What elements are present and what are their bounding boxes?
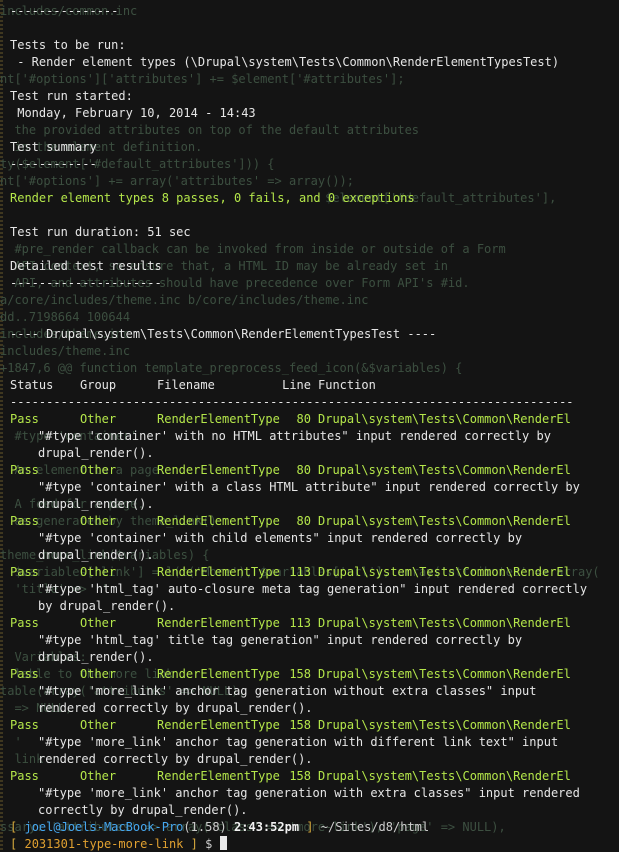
cell-group: Other [80, 463, 117, 477]
cell-group: Other [80, 769, 117, 783]
cell-function: Drupal\system\Tests\Common\RenderEl [318, 667, 571, 681]
cell-function: Drupal\system\Tests\Common\RenderEl [318, 769, 571, 783]
terminal-window[interactable]: includes/common.inc nt['#options']['attri… [0, 0, 619, 852]
row-message: "#type 'html_tag' auto-closure meta tag … [38, 582, 588, 596]
branch-bracket-open: [ [10, 837, 18, 851]
cell-group: Other [80, 718, 117, 732]
table-rule: ----------------------------------------… [10, 395, 574, 409]
row-message: rendered correctly by drupal_render(). [38, 701, 313, 715]
text-cursor[interactable] [219, 836, 227, 850]
row-message: drupal_render(). [38, 497, 154, 511]
cell-line: 158 [289, 667, 311, 681]
row-message: "#type 'more_link' anchor tag generation… [38, 786, 580, 800]
prompt-symbol: $ [205, 837, 213, 851]
prompt-time: 2:43:52pm [234, 820, 300, 834]
cell-line: 80 [296, 412, 311, 426]
git-branch: 2031301-type-more-link [24, 837, 184, 851]
cell-line: 158 [289, 718, 311, 732]
column-header-line: Line [282, 378, 311, 392]
column-header-function: Function [318, 378, 376, 392]
output-line: Test run started: [10, 89, 133, 103]
cell-status: Pass [10, 412, 39, 426]
column-header-status: Status [10, 378, 54, 392]
row-message: drupal_render(). [38, 650, 154, 664]
column-header-filename: Filename [157, 378, 215, 392]
row-message: drupal_render(). [38, 548, 154, 562]
cell-line: 80 [296, 514, 311, 528]
cell-function: Drupal\system\Tests\Common\RenderEl [318, 565, 571, 579]
cell-filename: RenderElementType [157, 718, 280, 732]
cell-line: 113 [289, 616, 311, 630]
ghost-line: includes/theme.inc [0, 344, 131, 358]
cell-filename: RenderElementType [157, 565, 280, 579]
output-line: ---- Drupal\system\Tests\Common\RenderEl… [10, 327, 437, 341]
output-line: Tests to be run: [10, 38, 126, 52]
ghost-line: dd..7198664 100644 [0, 310, 131, 324]
cell-status: Pass [10, 514, 39, 528]
ghost-line: a/core/includes/theme.inc b/core/include… [0, 293, 369, 307]
cell-filename: RenderElementType [157, 412, 280, 426]
row-message: correctly by drupal_render(). [38, 803, 248, 817]
cell-group: Other [80, 514, 117, 528]
prompt-ruby-version: (1.58) [183, 820, 227, 834]
prompt-bracket-close: ] [306, 820, 314, 834]
cell-status: Pass [10, 718, 39, 732]
output-line: Monday, February 10, 2014 - 14:43 [10, 106, 256, 120]
ghost-line: the provided attributes on top of the de… [0, 123, 420, 137]
cell-function: Drupal\system\Tests\Common\RenderEl [318, 412, 571, 426]
cell-line: 158 [289, 769, 311, 783]
ghost-line: +1847,6 @@ function template_preprocess_… [0, 361, 463, 375]
branch-bracket-close: ] [190, 837, 198, 851]
row-message: "#type 'more_link' anchor tag generation… [38, 735, 559, 749]
output-line: --------------------- [10, 276, 162, 290]
output-line: Detailed test results [10, 259, 162, 273]
cell-status: Pass [10, 667, 39, 681]
prompt-user-host: joel@Joels-MacBook-Pro [24, 820, 184, 834]
output-line: Test summary [10, 140, 97, 154]
cell-function: Drupal\system\Tests\Common\RenderEl [318, 463, 571, 477]
row-message: drupal_render(). [38, 446, 154, 460]
prompt-line: [ joel@Joels-MacBook-Pro(1.58) 2:43:52pm… [10, 819, 429, 836]
cell-function: Drupal\system\Tests\Common\RenderEl [318, 514, 571, 528]
cell-filename: RenderElementType [157, 769, 280, 783]
output-line: --------------- [10, 4, 119, 18]
row-message: "#type 'container' with a class HTML att… [38, 480, 580, 494]
row-message: "#type 'html_tag' title tag generation" … [38, 633, 523, 647]
cell-status: Pass [10, 565, 39, 579]
cell-filename: RenderElementType [157, 667, 280, 681]
output-line: ------------ [10, 157, 97, 171]
output-line: Render element types 8 passes, 0 fails, … [10, 191, 415, 205]
cell-status: Pass [10, 769, 39, 783]
cell-status: Pass [10, 463, 39, 477]
ghost-line: nt['#options'] += array('attributes' => … [0, 174, 355, 188]
row-message: "#type 'container' with no HTML attribut… [38, 429, 551, 443]
cell-line: 80 [296, 463, 311, 477]
output-line: Test run duration: 51 sec [10, 225, 191, 239]
row-message: rendered correctly by drupal_render(). [38, 752, 313, 766]
cell-filename: RenderElementType [157, 616, 280, 630]
editor-gutter [0, 0, 3, 852]
cell-line: 113 [289, 565, 311, 579]
ghost-line: nt['#options']['attributes'] += $element… [0, 72, 405, 86]
row-message: "#type 'container' with child elements" … [38, 531, 523, 545]
cell-function: Drupal\system\Tests\Common\RenderEl [318, 616, 571, 630]
cell-group: Other [80, 412, 117, 426]
cell-filename: RenderElementType [157, 463, 280, 477]
prompt-bracket-open: [ [10, 820, 18, 834]
cell-status: Pass [10, 616, 39, 630]
prompt-path: ~/Sites/d8/html [320, 820, 430, 834]
ghost-line: #pre_render callback can be invoked from… [0, 242, 506, 256]
cell-group: Other [80, 667, 117, 681]
column-header-group: Group [80, 378, 117, 392]
cell-filename: RenderElementType [157, 514, 280, 528]
cell-group: Other [80, 565, 117, 579]
cell-function: Drupal\system\Tests\Common\RenderEl [318, 718, 571, 732]
command-input-line[interactable]: [ 2031301-type-more-link ] $ [10, 836, 227, 852]
output-line: - Render element types (\Drupal\system\T… [10, 55, 560, 69]
cell-group: Other [80, 616, 117, 630]
row-message: by drupal_render(). [38, 599, 176, 613]
row-message: "#type 'more_link' anchor tag generation… [38, 684, 537, 698]
